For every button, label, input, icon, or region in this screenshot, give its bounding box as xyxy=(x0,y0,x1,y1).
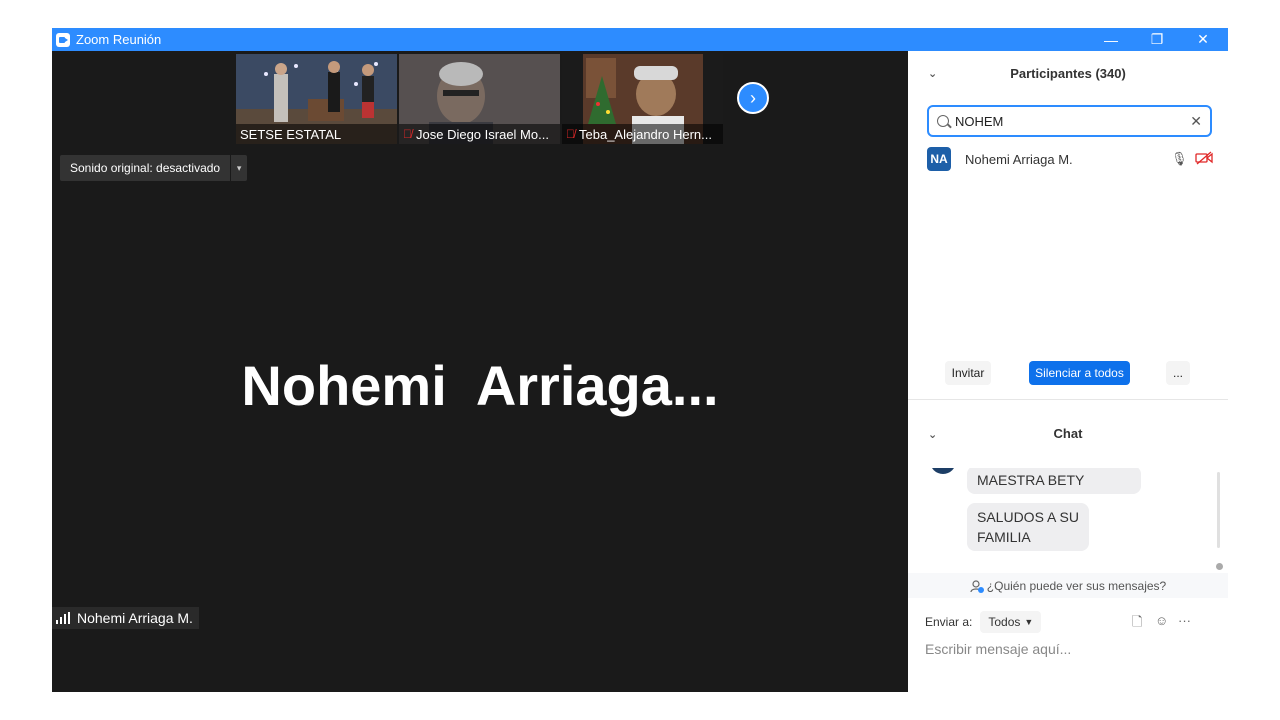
participant-row[interactable]: NA Nohemi Arriaga M. 🎙 xyxy=(927,147,1217,171)
who-can-see-text[interactable]: ¿Quién puede ver sus mensajes? xyxy=(987,579,1166,593)
next-page-button[interactable]: › xyxy=(737,82,769,114)
active-speaker-name: Nohemi Arriaga... xyxy=(241,354,719,417)
signal-bars-icon xyxy=(56,612,72,624)
chat-message-input[interactable]: Escribir mensaje aquí... xyxy=(925,641,1071,657)
more-icon[interactable]: ··· xyxy=(1178,613,1191,628)
send-to-value: Todos xyxy=(988,615,1021,629)
who-can-see-link[interactable]: ¿Quién puede ver sus mensajes? xyxy=(908,573,1228,598)
close-window-button[interactable]: ✕ xyxy=(1180,28,1226,51)
send-to-row: Enviar a: Todos ▼ 🗋 ☺ ··· xyxy=(925,609,1215,635)
chat-message: SALUDOS A SU FAMILIA xyxy=(967,503,1089,551)
speaker-name-chip: Nohemi Arriaga M. xyxy=(52,607,199,629)
meeting-view: SETSE ESTATAL 🎙̸ Jose Diego Israel Mo... xyxy=(52,51,908,692)
original-sound-control[interactable]: Sonido original: desactivado ▾ xyxy=(60,155,248,181)
zoom-logo-icon xyxy=(56,32,70,47)
video-thumbnail-teba[interactable]: 🎙̸ Teba_Alejandro Hern... xyxy=(562,54,723,144)
chat-header: ⌄ Chat xyxy=(908,426,1228,441)
speaker-chip-name: Nohemi Arriaga M. xyxy=(77,610,193,626)
mute-all-button[interactable]: Silenciar a todos xyxy=(1029,361,1130,385)
chevron-down-icon: ▼ xyxy=(1024,617,1034,627)
muted-mic-icon: 🎙̸ xyxy=(403,127,412,141)
participant-name: Teba_Alejandro Hern... xyxy=(579,126,712,142)
search-value[interactable]: NOHEM xyxy=(955,114,1003,129)
muted-mic-icon: 🎙̸ xyxy=(566,127,575,141)
person-lock-icon xyxy=(970,579,984,593)
invite-button[interactable]: Invitar xyxy=(945,361,991,385)
chevron-down-icon[interactable]: ▾ xyxy=(231,155,248,181)
microphone-icon[interactable]: 🎙 xyxy=(1171,151,1188,167)
chevron-right-icon: › xyxy=(750,87,756,108)
more-options-button[interactable]: ... xyxy=(1166,361,1190,385)
chat-message: MAESTRA BETY xyxy=(967,468,1141,494)
chat-title: Chat xyxy=(1053,426,1083,441)
collapse-participants-icon[interactable]: ⌄ xyxy=(928,67,937,80)
chat-scroll-end-indicator xyxy=(1216,563,1223,570)
title-bar: Zoom Reunión — ❐ ✕ xyxy=(52,28,1228,51)
video-thumbnail-setse[interactable]: SETSE ESTATAL xyxy=(236,54,397,144)
thumbnail-caption: SETSE ESTATAL xyxy=(236,124,397,144)
emoji-icon[interactable]: ☺ xyxy=(1155,613,1168,628)
participant-name: Jose Diego Israel Mo... xyxy=(416,126,549,142)
participants-header: ⌄ Participantes (340) xyxy=(908,51,1228,95)
collapse-chat-icon[interactable]: ⌄ xyxy=(928,428,937,441)
thumbnail-caption: 🎙̸ Jose Diego Israel Mo... xyxy=(399,124,560,144)
panel-divider xyxy=(908,399,1228,400)
participant-search-input[interactable]: NOHEM ✕ xyxy=(927,105,1212,137)
search-icon xyxy=(937,115,949,127)
original-sound-label[interactable]: Sonido original: desactivado xyxy=(60,155,231,181)
send-to-label: Enviar a: xyxy=(925,615,973,629)
chat-scrollbar[interactable] xyxy=(1217,472,1220,548)
avatar xyxy=(930,468,956,474)
clear-search-icon[interactable]: ✕ xyxy=(1190,113,1202,130)
side-panel: ⌄ Participantes (340) NOHEM ✕ NA Nohemi … xyxy=(908,51,1228,692)
minimize-button[interactable]: — xyxy=(1088,28,1134,51)
restore-button[interactable]: ❐ xyxy=(1134,28,1180,51)
video-off-icon[interactable] xyxy=(1195,151,1213,168)
chat-messages: MAESTRA BETY SALUDOS A SU FAMILIA xyxy=(908,468,1228,573)
avatar: NA xyxy=(927,147,951,171)
window-title: Zoom Reunión xyxy=(76,32,162,47)
thumbnail-caption: 🎙̸ Teba_Alejandro Hern... xyxy=(562,124,723,144)
file-icon[interactable]: 🗋 xyxy=(1132,613,1142,635)
video-thumbnail-jose[interactable]: 🎙̸ Jose Diego Israel Mo... xyxy=(399,54,560,144)
participants-title: Participantes (340) xyxy=(1010,65,1126,81)
zoom-window: Zoom Reunión — ❐ ✕ SETSE ESTATAL 🎙̸ Jose… xyxy=(52,28,1228,692)
participant-row-name: Nohemi Arriaga M. xyxy=(965,151,1073,167)
participant-name: SETSE ESTATAL xyxy=(240,126,342,142)
send-to-dropdown[interactable]: Todos ▼ xyxy=(980,611,1042,633)
